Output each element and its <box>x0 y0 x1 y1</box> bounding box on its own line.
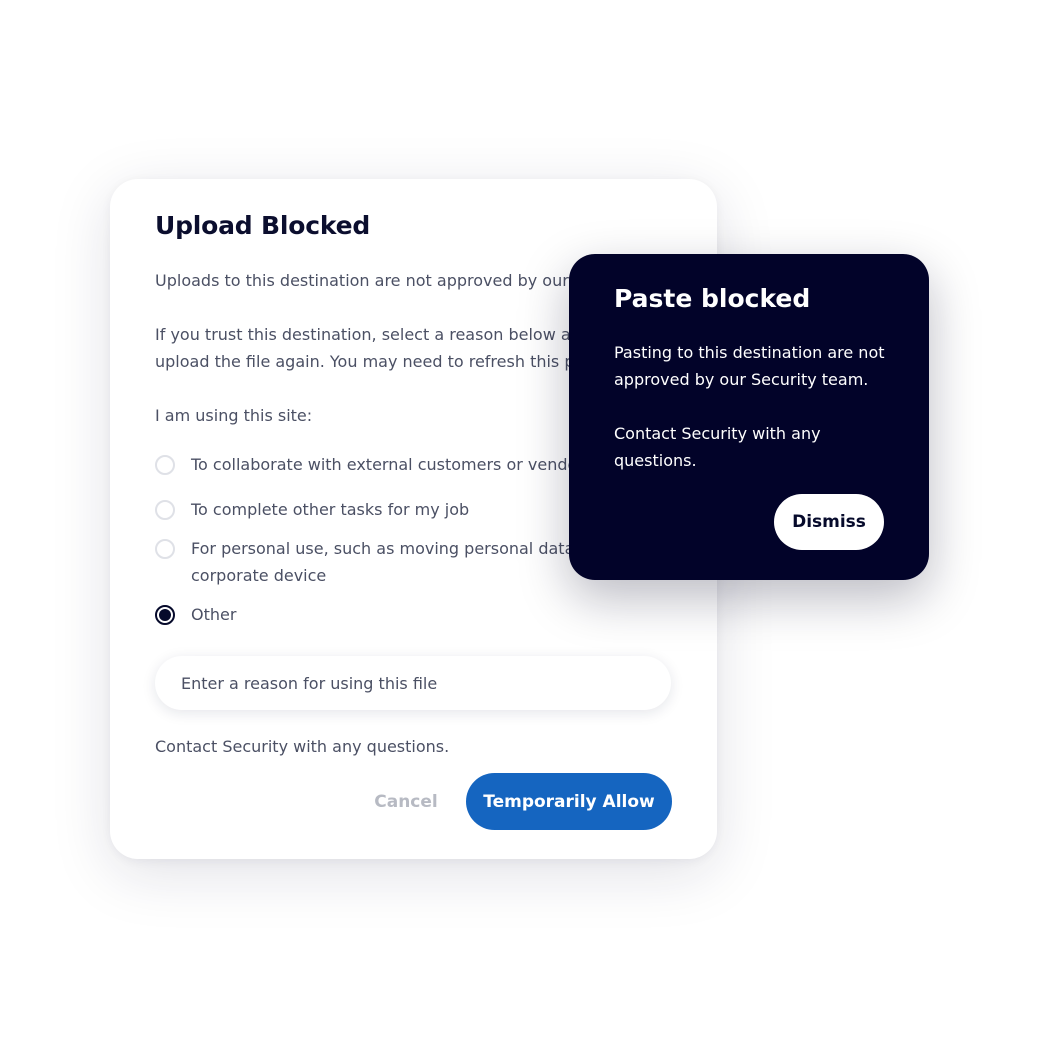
reason-option-other[interactable]: Other <box>155 601 236 628</box>
cancel-button[interactable]: Cancel <box>360 774 452 830</box>
option-label: To complete other tasks for my job <box>191 500 470 519</box>
toast-title: Paste blocked <box>614 284 811 313</box>
toast-contact-text: Contact Security with any questions. <box>614 424 821 470</box>
dialog-title: Upload Blocked <box>155 211 371 240</box>
radio-button[interactable] <box>155 539 175 559</box>
radio-button[interactable] <box>155 455 175 475</box>
option-label: To collaborate with external customers o… <box>191 455 578 474</box>
contact-text: Contact Security with any questions. <box>155 737 450 756</box>
paste-blocked-toast: Paste blocked Pasting to this destinatio… <box>569 254 929 580</box>
radio-button-selected[interactable] <box>155 605 175 625</box>
reason-option-external-collaboration[interactable]: To collaborate with external customers o… <box>155 451 577 478</box>
option-label: For personal use, such as moving persona… <box>191 535 574 589</box>
reason-option-personal-use[interactable]: For personal use, such as moving persona… <box>155 535 574 589</box>
reason-input[interactable] <box>155 656 671 710</box>
toast-message: Pasting to this destination are not appr… <box>614 343 885 389</box>
reason-prompt: I am using this site: <box>155 406 313 425</box>
option-label-line-2: corporate device <box>191 566 327 585</box>
dialog-instructions: If you trust this destination, select a … <box>155 321 581 375</box>
dialog-instructions-line-2: upload the file again. You may need to r… <box>155 352 575 371</box>
dismiss-button[interactable]: Dismiss <box>774 494 884 550</box>
option-label-line-1: For personal use, such as moving persona… <box>191 539 575 558</box>
reason-option-other-tasks[interactable]: To complete other tasks for my job <box>155 496 469 523</box>
dialog-description: Uploads to this destination are not appr… <box>155 271 569 290</box>
dialog-instructions-line-1: If you trust this destination, select a … <box>155 325 581 344</box>
stage: Upload Blocked Uploads to this destinati… <box>0 0 1038 1038</box>
temporarily-allow-button[interactable]: Temporarily Allow <box>466 773 672 830</box>
option-label: Other <box>191 605 237 624</box>
radio-button[interactable] <box>155 500 175 520</box>
